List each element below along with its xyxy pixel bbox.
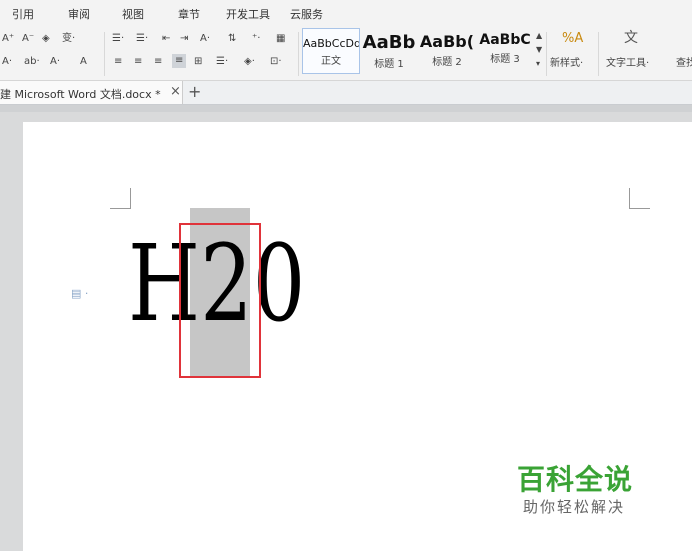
line-spacing-button[interactable]: ☰·: [216, 56, 228, 68]
style-heading-2[interactable]: AaBb( 标题 2: [419, 28, 475, 72]
ribbon-divider: [104, 32, 105, 76]
style-preview: AaBbCcDd: [303, 37, 359, 50]
menu-review[interactable]: 审阅: [68, 6, 90, 22]
text-tool-icon: 文: [624, 30, 638, 46]
document-tab-bar: 建 Microsoft Word 文档.docx * × +: [0, 81, 692, 105]
menu-view[interactable]: 视图: [122, 6, 144, 22]
sort-button[interactable]: ⇅: [228, 33, 236, 45]
align-center-button[interactable]: ≡: [134, 56, 142, 68]
style-label: 标题 3: [490, 54, 520, 65]
add-tab-icon[interactable]: +: [188, 82, 201, 101]
highlight-color-button[interactable]: ab·: [24, 56, 40, 68]
clear-format-icon[interactable]: ◈: [42, 33, 50, 45]
style-normal[interactable]: AaBbCcDd 正文: [302, 28, 360, 74]
find-button[interactable]: 查找: [676, 58, 692, 70]
change-case-button[interactable]: A·: [200, 33, 210, 45]
align-left-button[interactable]: ≡: [114, 56, 122, 68]
menu-chapter[interactable]: 章节: [178, 6, 200, 22]
watermark-title: 百科全说: [517, 463, 634, 496]
style-preview: AaBbC: [479, 32, 531, 48]
ribbon-divider: [298, 32, 299, 76]
style-label: 标题 1: [374, 59, 404, 70]
ribbon-divider: [546, 32, 547, 76]
bullet-list-button[interactable]: ☰·: [112, 33, 124, 45]
style-scroll-down-icon[interactable]: ▼: [536, 44, 542, 56]
style-label: 正文: [321, 56, 341, 67]
menu-developer[interactable]: 开发工具: [226, 6, 270, 22]
style-heading-1[interactable]: AaBb 标题 1: [361, 28, 417, 72]
font-grow-button[interactable]: A⁺: [2, 33, 14, 45]
style-preview: AaBb: [362, 32, 416, 53]
menu-bar: 引用 审阅 视图 章节 开发工具 云服务: [0, 0, 692, 26]
margin-corner-mark: [629, 188, 650, 209]
number-list-button[interactable]: ☰·: [136, 33, 148, 45]
document-tab[interactable]: 建 Microsoft Word 文档.docx * ×: [0, 81, 183, 104]
decrease-indent-button[interactable]: ⇤: [162, 33, 170, 45]
style-label: 标题 2: [432, 57, 462, 68]
char-border-button[interactable]: A: [80, 56, 87, 68]
ruler: [0, 105, 692, 112]
justify-button[interactable]: ≡: [172, 54, 187, 68]
margin-corner-mark: [110, 188, 131, 209]
border-button[interactable]: ⊡·: [270, 56, 282, 68]
watermark-subtitle: 助你轻松解决: [523, 498, 626, 516]
ribbon: A⁺ A⁻ ◈ 变· A· ab· A· A ☰· ☰· ⇤ ⇥ A· ⇅ ⁺·…: [0, 26, 692, 81]
style-preview: AaBb(: [419, 32, 475, 51]
text-effect-button[interactable]: A·: [2, 56, 12, 68]
style-more-icon[interactable]: ▾: [536, 58, 540, 70]
new-style-button[interactable]: 新样式·: [550, 58, 583, 70]
style-heading-3[interactable]: AaBbC 标题 3: [477, 28, 533, 72]
annotation-box: [179, 223, 261, 378]
new-style-icon: %A: [562, 31, 584, 46]
menu-cloud[interactable]: 云服务: [290, 6, 323, 22]
increase-indent-button[interactable]: ⇥: [180, 33, 188, 45]
menu-reference[interactable]: 引用: [12, 6, 34, 22]
close-icon[interactable]: ×: [170, 84, 181, 99]
char-shading-button[interactable]: 变·: [62, 33, 75, 45]
text-tool-button[interactable]: 文字工具·: [606, 58, 649, 70]
shading-button[interactable]: ◈·: [244, 56, 255, 68]
document-tab-title: 建 Microsoft Word 文档.docx *: [0, 88, 161, 101]
font-color-button[interactable]: A·: [50, 56, 60, 68]
align-right-button[interactable]: ≡: [154, 56, 162, 68]
font-shrink-button[interactable]: A⁻: [22, 33, 34, 45]
paragraph-layout-icon[interactable]: ▤ ·: [71, 287, 88, 300]
show-marks-button[interactable]: ⁺·: [252, 33, 260, 45]
style-scroll-up-icon[interactable]: ▲: [536, 30, 542, 42]
distribute-button[interactable]: ⊞: [194, 56, 202, 68]
ribbon-divider: [598, 32, 599, 76]
document-page[interactable]: H20 ▤ · 百科全说 助你轻松解决: [23, 122, 692, 551]
table-icon[interactable]: ▦: [276, 33, 285, 45]
